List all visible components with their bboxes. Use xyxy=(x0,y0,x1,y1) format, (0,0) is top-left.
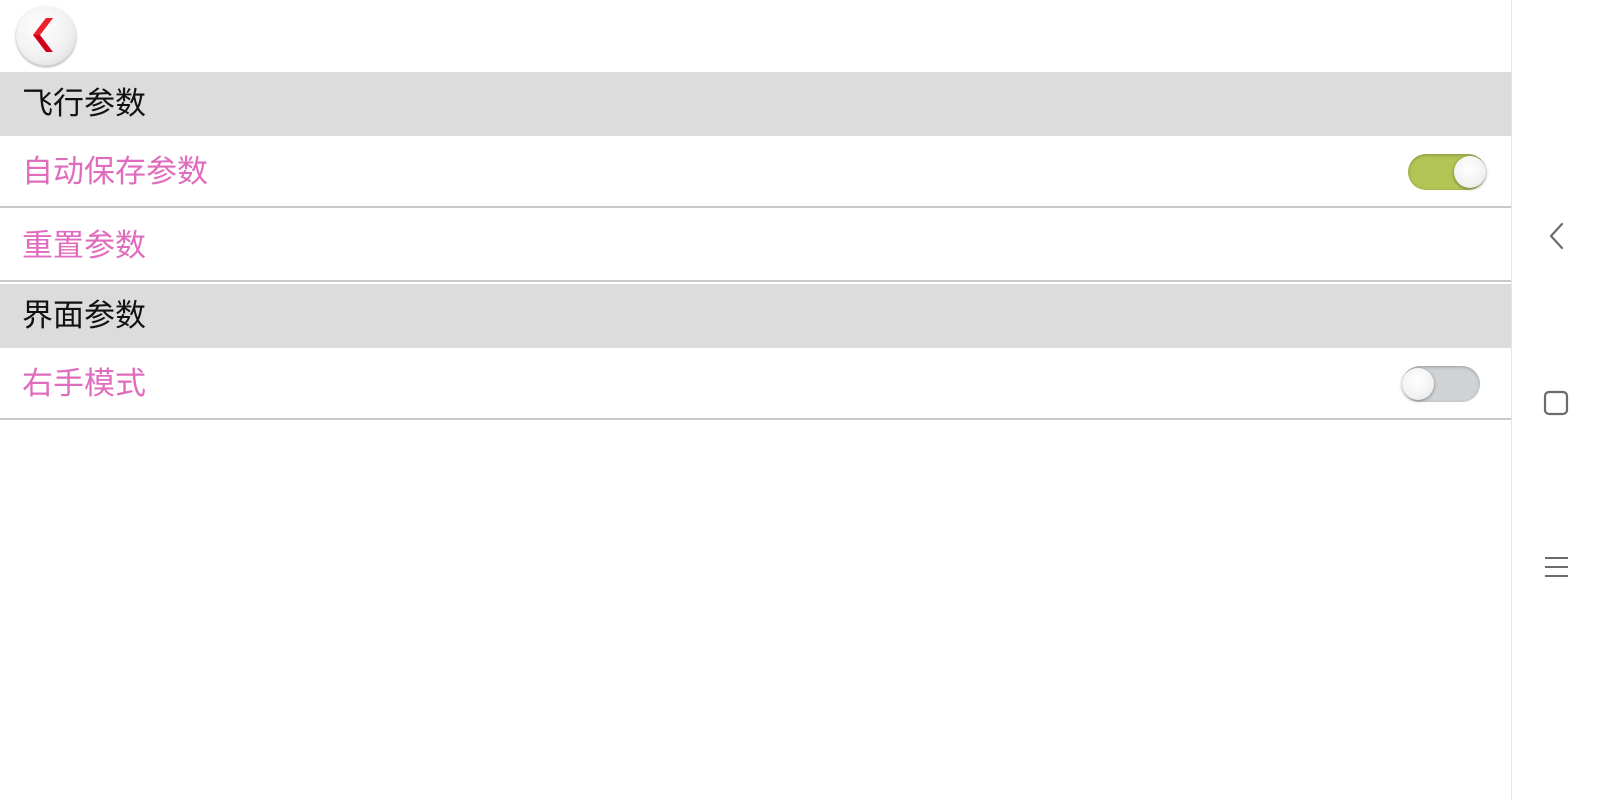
top-bar xyxy=(0,0,1511,72)
toggle-knob xyxy=(1454,156,1486,188)
setting-row-reset[interactable]: 重置参数 xyxy=(0,210,1511,282)
nav-menu-button[interactable] xyxy=(1532,543,1582,593)
nav-home-icon xyxy=(1543,390,1569,416)
setting-label-auto-save: 自动保存参数 xyxy=(22,154,208,190)
nav-menu-icon xyxy=(1545,557,1568,577)
setting-label-reset: 重置参数 xyxy=(22,228,146,264)
right-hand-toggle[interactable] xyxy=(1402,366,1480,402)
setting-label-right-hand: 右手模式 xyxy=(22,366,146,402)
auto-save-toggle[interactable] xyxy=(1408,154,1486,190)
section-header-flight: 飞行参数 xyxy=(0,72,1511,136)
nav-home-button[interactable] xyxy=(1532,378,1582,428)
settings-panel: 飞行参数 自动保存参数 重置参数 界面参数 右手模式 xyxy=(0,0,1511,800)
setting-row-auto-save[interactable]: 自动保存参数 xyxy=(0,136,1511,208)
setting-row-right-hand[interactable]: 右手模式 xyxy=(0,348,1511,420)
section-header-ui: 界面参数 xyxy=(0,284,1511,348)
nav-back-button[interactable] xyxy=(1532,211,1582,261)
nav-back-icon xyxy=(1549,222,1564,250)
toggle-knob xyxy=(1402,368,1434,400)
back-button[interactable] xyxy=(16,6,76,66)
chevron-left-icon xyxy=(33,18,53,52)
system-nav-bar xyxy=(1511,0,1600,800)
settings-screen: 飞行参数 自动保存参数 重置参数 界面参数 右手模式 xyxy=(0,0,1600,800)
